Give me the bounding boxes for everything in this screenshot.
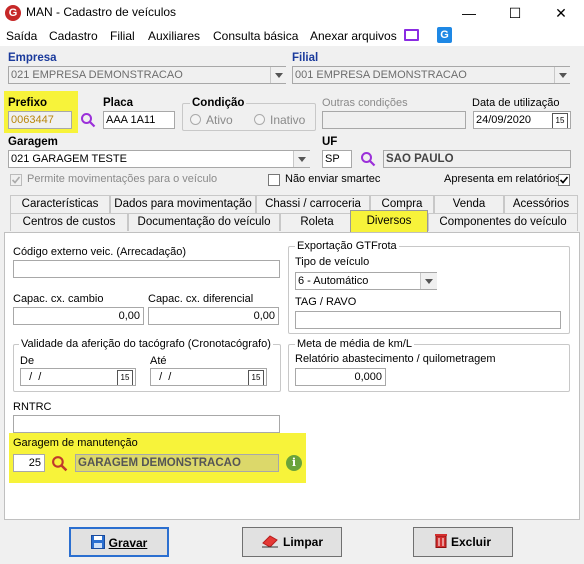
empresa-select[interactable]: 021 EMPRESA DEMONSTRACAO xyxy=(8,66,286,84)
menu-anexar-arquivos[interactable]: Anexar arquivos xyxy=(310,29,397,43)
check-icon xyxy=(559,176,569,184)
permite-label: Permite movimentações para o veículo xyxy=(27,173,218,185)
garagem-manutencao-search-icon[interactable] xyxy=(51,455,68,472)
data-utilizacao-value: 24/09/2020 xyxy=(476,114,532,126)
codigo-externo-field[interactable] xyxy=(13,260,280,278)
filial-label: Filial xyxy=(292,52,319,64)
trash-icon xyxy=(434,534,447,548)
g-app-icon[interactable]: G xyxy=(437,27,452,43)
inativo-label: Inativo xyxy=(270,113,306,127)
tab-roleta[interactable]: Roleta xyxy=(280,213,354,231)
placa-field[interactable]: AAA 1A11 xyxy=(103,111,175,129)
close-button[interactable]: ✕ xyxy=(538,0,584,26)
de-label: De xyxy=(20,355,35,367)
gravar-button[interactable]: Gravar xyxy=(69,527,169,557)
app-logo-icon: G xyxy=(5,5,21,21)
prefixo-search-icon[interactable] xyxy=(80,112,96,128)
uf-field[interactable]: SP xyxy=(322,150,352,168)
tag-ravo-label: TAG / RAVO xyxy=(295,296,357,308)
outras-condicoes-label: Outras condições xyxy=(322,97,408,109)
apresenta-checkbox[interactable] xyxy=(558,174,570,186)
save-icon xyxy=(90,535,105,549)
ate-date-value: / / xyxy=(153,371,172,383)
empresa-label: Empresa xyxy=(8,52,57,64)
info-icon[interactable]: i xyxy=(286,455,302,471)
check-icon xyxy=(11,176,21,184)
validade-title: Validade da aferição do tacógrafo (Crono… xyxy=(19,338,273,350)
prefixo-field[interactable]: 0063447 xyxy=(8,111,72,129)
calendar-icon[interactable]: 15 xyxy=(248,370,264,385)
excluir-label: Excluir xyxy=(450,535,492,549)
filial-chevron-down-icon[interactable] xyxy=(554,67,570,83)
nao-enviar-checkbox[interactable] xyxy=(268,174,280,186)
exportacao-title: Exportação GTFrota xyxy=(295,240,399,252)
permite-checkbox[interactable] xyxy=(10,174,22,186)
ativo-radio[interactable] xyxy=(190,114,201,125)
gravar-label: Gravar xyxy=(108,536,148,550)
minimize-button[interactable]: — xyxy=(446,0,492,26)
meta-value-field[interactable]: 0,000 xyxy=(295,368,386,386)
eraser-icon xyxy=(261,535,278,548)
tipo-veiculo-select[interactable]: 6 - Automático xyxy=(295,272,437,290)
limpar-button[interactable]: Limpar xyxy=(242,527,342,557)
garagem-label: Garagem xyxy=(8,136,58,148)
capac-cambio-field[interactable]: 0,00 xyxy=(13,307,144,325)
rntrc-field[interactable] xyxy=(13,415,280,433)
rntrc-label: RNTRC xyxy=(13,401,52,413)
apresenta-label: Apresenta em relatórios xyxy=(444,173,561,185)
garagem-manutencao-name: GARAGEM DEMONSTRACAO xyxy=(75,454,279,472)
data-utilizacao-field[interactable]: 24/09/2020 15 xyxy=(473,111,571,129)
window-title: MAN - Cadastro de veículos xyxy=(26,5,177,19)
ate-date-field[interactable]: / / 15 xyxy=(150,368,267,386)
tab-componentes[interactable]: Componentes do veículo xyxy=(428,213,578,231)
tab-venda[interactable]: Venda xyxy=(434,195,504,213)
garagem-manutencao-label: Garagem de manutenção xyxy=(13,437,138,449)
meta-title: Meta de média de km/L xyxy=(295,338,414,350)
filial-select[interactable]: 001 EMPRESA DEMONSTRACAO xyxy=(292,66,570,84)
garagem-chevron-down-icon[interactable] xyxy=(293,151,310,167)
menu-cadastro[interactable]: Cadastro xyxy=(49,29,98,43)
inativo-radio[interactable] xyxy=(254,114,265,125)
tab-centros-custos[interactable]: Centros de custos xyxy=(10,213,128,231)
de-date-field[interactable]: / / 15 xyxy=(20,368,136,386)
outras-condicoes-field xyxy=(322,111,466,129)
menu-consulta-basica[interactable]: Consulta básica xyxy=(213,29,298,43)
tab-dados-movimentacao[interactable]: Dados para movimentação xyxy=(110,195,256,213)
de-date-value: / / xyxy=(23,371,42,383)
monitor-icon[interactable] xyxy=(404,29,419,41)
capac-diferencial-field[interactable]: 0,00 xyxy=(148,307,279,325)
tab-diversos[interactable]: Diversos xyxy=(350,210,428,233)
menu-saida[interactable]: Saída xyxy=(6,29,37,43)
codigo-externo-label: Código externo veic. (Arrecadação) xyxy=(13,246,187,258)
uf-search-icon[interactable] xyxy=(360,151,376,167)
tag-ravo-field[interactable] xyxy=(295,311,561,329)
uf-label: UF xyxy=(322,136,338,148)
menu-filial[interactable]: Filial xyxy=(110,29,135,43)
tab-acessorios[interactable]: Acessórios xyxy=(504,195,578,213)
data-utilizacao-label: Data de utilização xyxy=(472,97,560,109)
placa-label: Placa xyxy=(103,97,134,109)
condicao-label: Condição xyxy=(190,97,247,109)
empresa-chevron-down-icon[interactable] xyxy=(270,67,286,83)
relatorio-label: Relatório abastecimento / quilometragem xyxy=(295,353,496,365)
tab-documentacao[interactable]: Documentação do veículo xyxy=(128,213,280,231)
ativo-label: Ativo xyxy=(206,113,233,127)
limpar-label: Limpar xyxy=(282,535,323,549)
capac-diferencial-label: Capac. cx. diferencial xyxy=(148,293,254,305)
ate-label: Até xyxy=(150,355,167,367)
calendar-icon[interactable]: 15 xyxy=(117,370,133,385)
calendar-icon[interactable]: 15 xyxy=(552,113,568,128)
tipo-veiculo-label: Tipo de veículo xyxy=(295,256,370,268)
tipo-veiculo-chevron-down-icon[interactable] xyxy=(420,273,437,289)
tab-caracteristicas[interactable]: Características xyxy=(10,195,110,213)
prefixo-label: Prefixo xyxy=(8,97,47,109)
nao-enviar-label: Não enviar smartec xyxy=(285,173,381,185)
menu-auxiliares[interactable]: Auxiliares xyxy=(148,29,200,43)
garagem-select[interactable]: 021 GARAGEM TESTE xyxy=(8,150,310,168)
capac-cambio-label: Capac. cx. cambio xyxy=(13,293,104,305)
maximize-button[interactable]: ☐ xyxy=(492,0,538,26)
garagem-manutencao-code[interactable]: 25 xyxy=(13,454,45,472)
uf-name-field: SAO PAULO xyxy=(383,150,571,168)
excluir-button[interactable]: Excluir xyxy=(413,527,513,557)
